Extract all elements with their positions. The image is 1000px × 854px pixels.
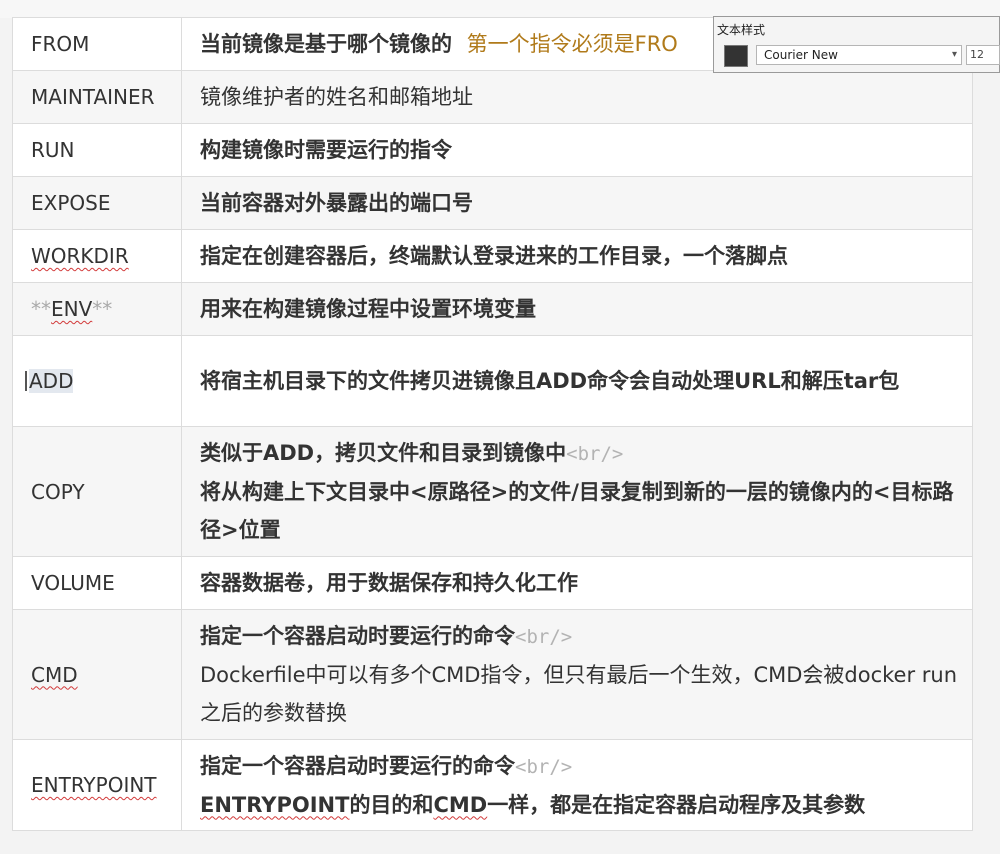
desc-line2-c: CMD xyxy=(433,792,488,817)
key-cell[interactable]: WORKDIR xyxy=(12,229,182,283)
key-cell[interactable]: RUN xyxy=(12,123,182,177)
br-tag: <br/> xyxy=(515,626,573,648)
desc-text: 当前镜像是基于哪个镜像的 xyxy=(200,32,452,56)
desc-line2-a: ENTRYPOINT xyxy=(200,792,350,817)
desc-line2: 将从构建上下文目录中<原路径>的文件/目录复制到新的一层的镜像内的<目标路径>位… xyxy=(200,480,954,542)
key-text-selected: ADD xyxy=(29,369,74,393)
desc-cell[interactable]: 指定一个容器启动时要运行的命令<br/> ENTRYPOINT的目的和CMD一样，… xyxy=(181,739,973,831)
font-family-select[interactable]: Courier New ▾ xyxy=(756,45,962,65)
key-text: CMD xyxy=(31,662,78,687)
table-row: WORKDIR 指定在创建容器后，终端默认登录进来的工作目录，一个落脚点 xyxy=(12,229,973,283)
br-tag: <br/> xyxy=(566,443,624,465)
key-cell[interactable]: FROM xyxy=(12,17,182,71)
desc-line2-d: 一样，都是在指定容器启动程序及其参数 xyxy=(487,792,866,817)
key-text: ENV xyxy=(51,297,93,321)
key-cell[interactable]: ADD xyxy=(12,335,182,427)
key-text: ENTRYPOINT xyxy=(31,773,157,797)
key-cell[interactable]: ENTRYPOINT xyxy=(12,739,182,831)
key-prefix: ** xyxy=(31,297,51,321)
key-cell[interactable]: MAINTAINER xyxy=(12,70,182,124)
key-text: WORKDIR xyxy=(31,244,129,268)
panel-title: 文本样式 xyxy=(717,23,766,37)
desc-cell[interactable]: 指定在创建容器后，终端默认登录进来的工作目录，一个落脚点 xyxy=(181,229,973,283)
hint-text: 第一个指令必须是FRO xyxy=(466,32,678,56)
desc-cell[interactable]: 类似于ADD，拷贝文件和目录到镜像中<br/> 将从构建上下文目录中<原路径>的文… xyxy=(181,426,973,557)
key-cell[interactable]: VOLUME xyxy=(12,556,182,610)
table-row: COPY 类似于ADD，拷贝文件和目录到镜像中<br/> 将从构建上下文目录中<原… xyxy=(12,426,973,557)
table-row: VOLUME 容器数据卷，用于数据保存和持久化工作 xyxy=(12,556,973,610)
table-row: RUN 构建镜像时需要运行的指令 xyxy=(12,123,973,177)
key-cell[interactable]: COPY xyxy=(12,426,182,557)
desc-line1: 指定一个容器启动时要运行的命令 xyxy=(200,753,515,778)
br-tag: <br/> xyxy=(515,755,573,778)
desc-line2: Dockerfile中可以有多个CMD指令，但只有最后一个生效，CMD会被doc… xyxy=(200,663,958,725)
table-row: CMD 指定一个容器启动时要运行的命令<br/> Dockerfile中可以有多个… xyxy=(12,609,973,740)
desc-line1: 指定一个容器启动时要运行的命令 xyxy=(200,624,515,648)
desc-cell[interactable]: 当前容器对外暴露出的端口号 xyxy=(181,176,973,230)
table-row: ADD 将宿主机目录下的文件拷贝进镜像且ADD命令会自动处理URL和解压tar包 xyxy=(12,335,973,427)
document-page: FROM 当前镜像是基于哪个镜像的 第一个指令必须是FRO MAINTAINER… xyxy=(0,0,1000,854)
key-cell[interactable]: CMD xyxy=(12,609,182,740)
desc-line1: 类似于ADD，拷贝文件和目录到镜像中 xyxy=(200,441,567,465)
table-row: ENTRYPOINT 指定一个容器启动时要运行的命令<br/> ENTRYPOIN… xyxy=(12,739,973,831)
chevron-down-icon[interactable]: ▾ xyxy=(952,46,957,64)
font-size-field[interactable]: 12 xyxy=(966,45,1000,65)
desc-cell[interactable]: 指定一个容器启动时要运行的命令<br/> Dockerfile中可以有多个CMD指… xyxy=(181,609,973,740)
dockerfile-instruction-table: FROM 当前镜像是基于哪个镜像的 第一个指令必须是FRO MAINTAINER… xyxy=(12,17,973,831)
table-row: EXPOSE 当前容器对外暴露出的端口号 xyxy=(12,176,973,230)
font-family-value: Courier New xyxy=(764,48,838,62)
key-cell[interactable]: **ENV** xyxy=(12,282,182,336)
text-cursor xyxy=(25,371,27,391)
text-style-panel: 文本样式 Courier New ▾ 12 xyxy=(713,16,1000,73)
desc-line2-b: 的目的和 xyxy=(349,792,434,817)
desc-cell[interactable]: 构建镜像时需要运行的指令 xyxy=(181,123,973,177)
key-suffix: ** xyxy=(92,297,113,321)
color-swatch-button[interactable] xyxy=(724,45,748,67)
desc-cell[interactable]: 镜像维护者的姓名和邮箱地址 xyxy=(181,70,973,124)
table-row: **ENV** 用来在构建镜像过程中设置环境变量 xyxy=(12,282,973,336)
table-row: MAINTAINER 镜像维护者的姓名和邮箱地址 xyxy=(12,70,973,124)
desc-cell[interactable]: 将宿主机目录下的文件拷贝进镜像且ADD命令会自动处理URL和解压tar包 xyxy=(181,335,973,427)
key-cell[interactable]: EXPOSE xyxy=(12,176,182,230)
desc-cell[interactable]: 用来在构建镜像过程中设置环境变量 xyxy=(181,282,973,336)
desc-cell[interactable]: 容器数据卷，用于数据保存和持久化工作 xyxy=(181,556,973,610)
